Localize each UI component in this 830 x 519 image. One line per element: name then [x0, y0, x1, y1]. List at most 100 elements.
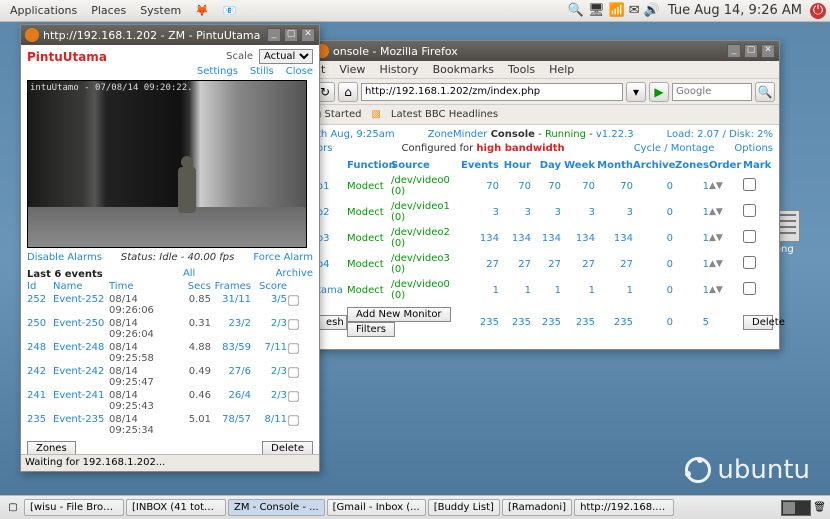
settings-link[interactable]: Settings: [197, 66, 238, 77]
volume-icon[interactable]: 🔊: [644, 3, 660, 18]
event-frames-link[interactable]: 83/59: [211, 342, 251, 364]
order-arrows[interactable]: ▲▼: [709, 233, 743, 243]
menu-applications[interactable]: Applications: [4, 2, 83, 19]
tray-icon[interactable]: 🖥: [588, 3, 605, 18]
event-frames-link[interactable]: 27/6: [211, 366, 251, 388]
event-mark-checkbox[interactable]: [288, 367, 298, 377]
bookmark-bbc[interactable]: Latest BBC Headlines: [391, 109, 498, 120]
home-button[interactable]: ⌂: [338, 82, 358, 102]
panel-launcher-icon[interactable]: 📧: [217, 2, 243, 19]
event-mark-checkbox[interactable]: [288, 343, 298, 353]
event-name-link[interactable]: Event-235: [53, 414, 109, 436]
monitor-name-link[interactable]: o3: [317, 233, 347, 244]
all-link[interactable]: All: [103, 268, 276, 279]
monitor-function-link[interactable]: Modect: [347, 207, 391, 218]
monitor-source-link[interactable]: /dev/video2 (0): [391, 227, 461, 249]
bookmark-getting-started[interactable]: g Started: [315, 109, 361, 120]
dropdown-icon[interactable]: ▾: [626, 82, 646, 102]
event-name-link[interactable]: Event-248: [53, 342, 109, 364]
mark-checkbox[interactable]: [743, 178, 756, 191]
order-arrows[interactable]: ▲▼: [709, 285, 743, 295]
event-name-link[interactable]: Event-242: [53, 366, 109, 388]
mark-checkbox[interactable]: [743, 256, 756, 269]
event-score-link[interactable]: 2/3: [251, 390, 287, 412]
mark-checkbox[interactable]: [743, 204, 756, 217]
event-name-link[interactable]: Event-252: [53, 294, 109, 316]
monitor-source-link[interactable]: /dev/video3 (0): [391, 253, 461, 275]
event-mark-checkbox[interactable]: [288, 319, 298, 329]
monitor-source-link[interactable]: /dev/video0 (0): [391, 175, 461, 197]
taskbar-item[interactable]: [wisu - File Brows...: [24, 499, 124, 516]
monitor-function-link[interactable]: Modect: [347, 285, 391, 296]
event-id-link[interactable]: 235: [27, 414, 53, 436]
menu-tools[interactable]: Tools: [502, 63, 541, 76]
scale-select[interactable]: Actual: [259, 49, 313, 64]
taskbar-item[interactable]: ZM - Console - ...: [228, 499, 325, 516]
maximize-button[interactable]: ▢: [744, 44, 758, 58]
monitor-source-link[interactable]: /dev/video1 (0): [391, 201, 461, 223]
monitor-function-link[interactable]: Modect: [347, 181, 391, 192]
monitor-function-link[interactable]: Modect: [347, 233, 391, 244]
events-count[interactable]: 134: [461, 233, 499, 244]
go-button[interactable]: ▶: [649, 82, 669, 102]
order-arrows[interactable]: ▲▼: [709, 259, 743, 269]
clock[interactable]: Tue Aug 14, 9:26 AM: [664, 3, 806, 18]
minimize-button[interactable]: _: [727, 44, 741, 58]
mark-checkbox[interactable]: [743, 230, 756, 243]
event-score-link[interactable]: 3/5: [251, 294, 287, 316]
monitor-name-link[interactable]: o1: [317, 181, 347, 192]
tray-icon[interactable]: 📶: [609, 3, 625, 18]
zm-cycle-link[interactable]: Cycle / Montage: [634, 143, 715, 154]
delete-button[interactable]: Delete: [743, 315, 773, 330]
tray-icon[interactable]: ✉: [629, 3, 640, 18]
zm-options-link[interactable]: Options: [734, 143, 773, 154]
taskbar-item[interactable]: [Gmail - Inbox (...: [327, 499, 426, 516]
event-score-link[interactable]: 7/11: [251, 342, 287, 364]
minimize-button[interactable]: _: [267, 28, 281, 42]
maximize-button[interactable]: ▢: [284, 28, 298, 42]
zm-version[interactable]: v1.22.3: [596, 129, 634, 140]
close-button[interactable]: ✕: [761, 44, 775, 58]
tray-icon[interactable]: 🔍: [568, 3, 584, 18]
events-count[interactable]: 70: [461, 181, 499, 192]
menu-help[interactable]: Help: [543, 63, 580, 76]
event-name-link[interactable]: Event-250: [53, 318, 109, 340]
disable-alarms-link[interactable]: Disable Alarms: [27, 252, 102, 263]
event-id-link[interactable]: 248: [27, 342, 53, 364]
taskbar-item[interactable]: [INBOX (41 total...: [126, 499, 226, 516]
events-count[interactable]: 3: [461, 207, 499, 218]
menu-places[interactable]: Places: [85, 2, 132, 19]
watch-titlebar[interactable]: http://192.168.1.202 - ZM - PintuUtama -…: [21, 25, 319, 45]
event-mark-checkbox[interactable]: [288, 391, 298, 401]
menu-system[interactable]: System: [134, 2, 187, 19]
close-button[interactable]: ✕: [301, 28, 315, 42]
taskbar-item[interactable]: http://192.168.1...: [574, 499, 674, 516]
taskbar-item[interactable]: [Ramadoni]: [502, 499, 572, 516]
event-name-link[interactable]: Event-241: [53, 390, 109, 412]
events-count[interactable]: 27: [461, 259, 499, 270]
event-frames-link[interactable]: 78/57: [211, 414, 251, 436]
event-frames-link[interactable]: 31/11: [211, 294, 251, 316]
mark-checkbox[interactable]: [743, 282, 756, 295]
panel-launcher-icon[interactable]: 🦊: [189, 2, 215, 19]
power-button[interactable]: ⏻: [810, 3, 826, 19]
event-score-link[interactable]: 2/3: [251, 318, 287, 340]
archive-link[interactable]: Archive: [276, 268, 313, 279]
order-arrows[interactable]: ▲▼: [709, 181, 743, 191]
monitor-name-link[interactable]: tama: [317, 285, 347, 296]
event-frames-link[interactable]: 26/4: [211, 390, 251, 412]
refresh-button[interactable]: esh: [317, 315, 347, 330]
menu-view[interactable]: View: [333, 63, 371, 76]
trash-icon[interactable]: 🗑: [813, 502, 826, 513]
add-monitor-button[interactable]: Add New Monitor: [347, 307, 451, 322]
zm-running[interactable]: Running: [545, 129, 586, 140]
event-id-link[interactable]: 252: [27, 294, 53, 316]
search-box[interactable]: [672, 83, 752, 101]
console-titlebar[interactable]: onsole - Mozilla Firefox _ ▢ ✕: [311, 41, 779, 61]
workspace-switcher[interactable]: [781, 500, 811, 516]
stills-link[interactable]: Stills: [250, 66, 274, 77]
event-id-link[interactable]: 241: [27, 390, 53, 412]
monitor-name-link[interactable]: o2: [317, 207, 347, 218]
event-mark-checkbox[interactable]: [288, 295, 298, 305]
zm-bandwidth-link[interactable]: high bandwidth: [476, 143, 564, 154]
